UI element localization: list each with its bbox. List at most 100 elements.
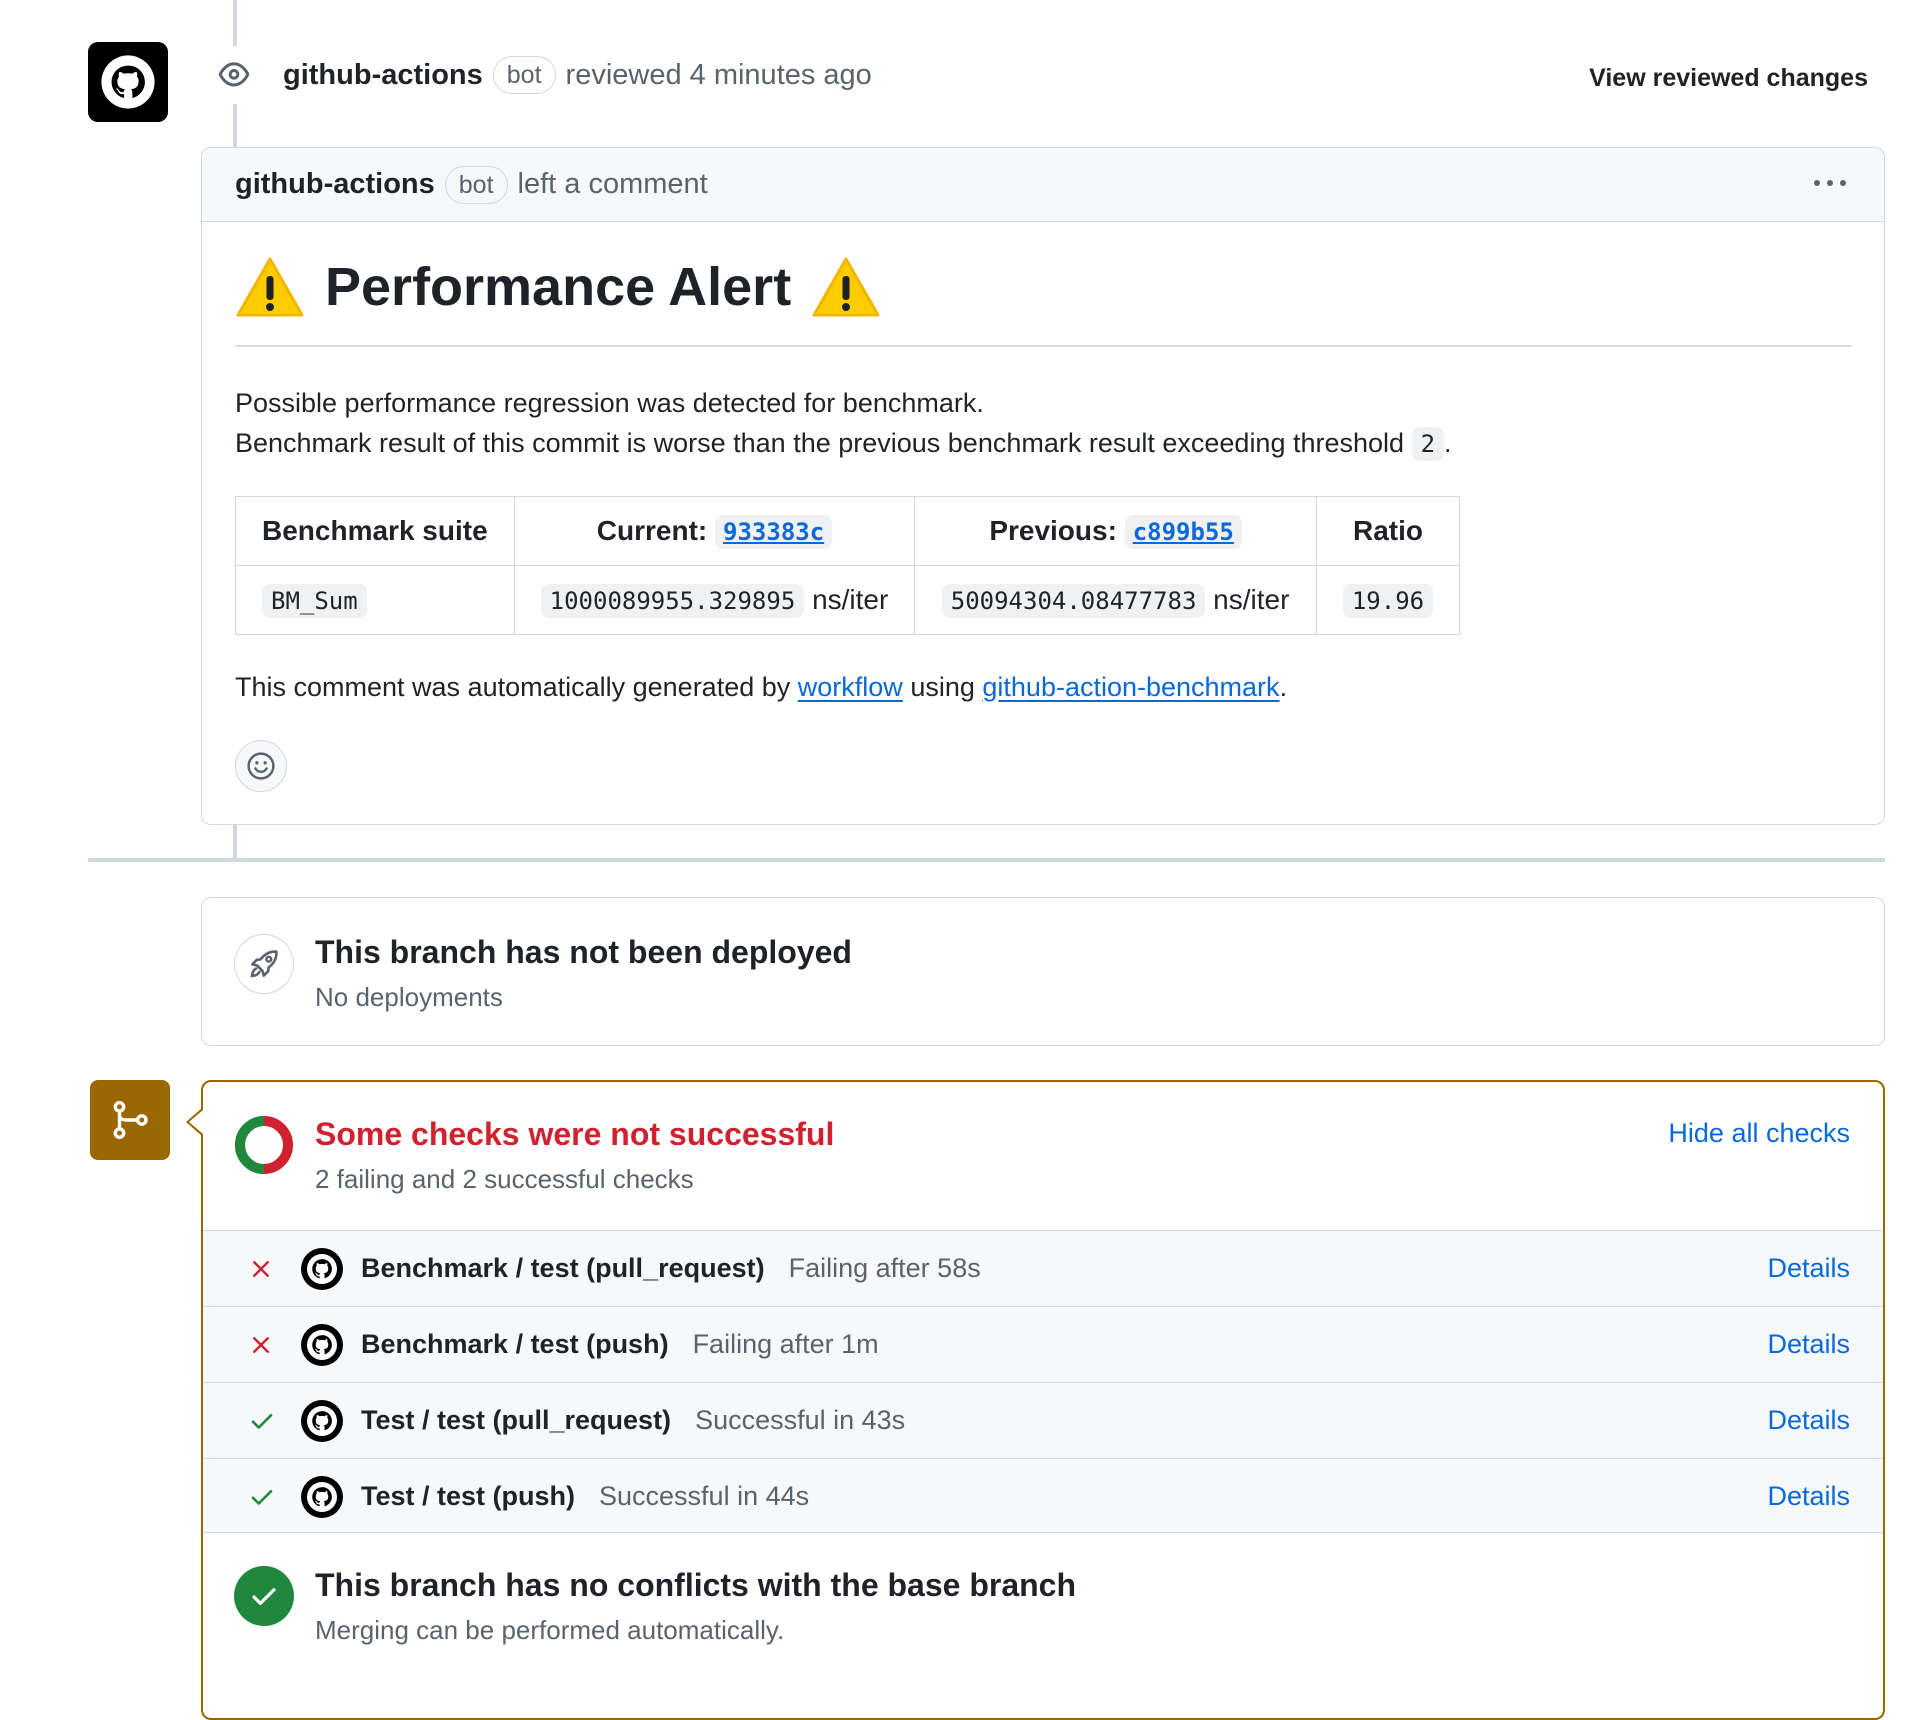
bot-badge: bot <box>444 165 508 204</box>
check-description: Failing after 58s <box>788 1253 981 1283</box>
check-name: Test / test (push) <box>361 1481 576 1511</box>
check-row: Benchmark / test (push) Failing after 1m… <box>203 1306 1883 1382</box>
check-description: Failing after 1m <box>692 1329 879 1359</box>
ratio-value: 19.96 <box>1342 584 1434 618</box>
checks-list: Benchmark / test (pull_request) Failing … <box>203 1230 1883 1534</box>
checks-status-donut-icon <box>235 1116 293 1174</box>
merge-checks-panel: Some checks were not successful 2 failin… <box>201 1080 1885 1720</box>
checks-title: Some checks were not successful <box>315 1116 835 1152</box>
rocket-badge <box>234 934 294 994</box>
check-row: Test / test (pull_request) Successful in… <box>203 1382 1883 1458</box>
check-details-link[interactable]: Details <box>1767 1253 1850 1284</box>
footer-end: . <box>1279 672 1288 702</box>
status-cell <box>249 1333 309 1357</box>
timeline-line <box>233 825 237 858</box>
check-name: Benchmark / test (pull_request) <box>361 1253 765 1283</box>
deploy-title: This branch has not been deployed <box>315 934 852 970</box>
github-actions-icon <box>301 1399 343 1442</box>
review-event-badge <box>205 46 263 104</box>
check-description: Successful in 43s <box>695 1405 906 1435</box>
footer-text: This comment was automatically generated… <box>235 672 791 702</box>
alert-title: Performance Alert <box>325 257 792 317</box>
github-octocat-icon <box>101 55 155 109</box>
footer-text: using <box>910 672 975 702</box>
warning-emoji-icon <box>236 257 304 317</box>
current-sha-link[interactable]: 933383c <box>715 515 833 549</box>
cell-ratio: 19.96 <box>1315 565 1461 635</box>
status-cell <box>249 1484 309 1510</box>
status-cell <box>249 1257 309 1281</box>
kebab-horizontal-icon[interactable] <box>1814 166 1846 186</box>
checks-subtitle: 2 failing and 2 successful checks <box>315 1164 694 1194</box>
check-row: Test / test (push) Successful in 44s Det… <box>203 1458 1883 1534</box>
review-action: reviewed 4 minutes ago <box>565 58 872 91</box>
cell-suite: BM_Sum <box>235 565 515 635</box>
deployment-status: This branch has not been deployed No dep… <box>201 897 1885 1046</box>
line-end: . <box>1444 428 1452 458</box>
review-author[interactable]: github-actions <box>283 59 483 92</box>
github-actions-icon <box>301 1323 343 1366</box>
table-row: BM_Sum 1000089955.329895 ns/iter 5009430… <box>235 565 1461 635</box>
rocket-icon <box>250 950 278 978</box>
footer-note: This comment was automatically generated… <box>235 672 1287 703</box>
header-previous: Previous: c899b55 <box>914 496 1317 566</box>
previous-label: Previous: <box>989 515 1117 546</box>
previous-value: 50094304.08477783 <box>941 584 1206 618</box>
github-actions-icon <box>301 1247 343 1290</box>
comment-header: github-actions bot left a comment <box>202 148 1884 222</box>
check-name: Test / test (pull_request) <box>361 1405 672 1435</box>
panel-pointer-inner <box>189 1110 203 1134</box>
check-details-link[interactable]: Details <box>1767 1481 1850 1512</box>
timeline-separator <box>88 858 1885 862</box>
add-reaction-button[interactable] <box>235 740 287 792</box>
alert-line-1: Possible performance regression was dete… <box>235 388 984 418</box>
eye-icon <box>218 62 250 87</box>
check-details-link[interactable]: Details <box>1767 1329 1850 1360</box>
threshold-code: 2 <box>1411 427 1445 461</box>
merge-title: This branch has no conflicts with the ba… <box>315 1567 1077 1603</box>
check-details-link[interactable]: Details <box>1767 1405 1850 1436</box>
current-label: Current: <box>596 515 708 546</box>
check-icon <box>252 1588 276 1605</box>
heading-divider <box>235 345 1852 347</box>
comment-author[interactable]: github-actions <box>235 168 435 201</box>
check-description: Successful in 44s <box>599 1481 810 1511</box>
header-current: Current: 933383c <box>513 496 916 566</box>
cell-previous: 50094304.08477783 ns/iter <box>914 565 1317 635</box>
check-name: Benchmark / test (push) <box>361 1329 669 1359</box>
header-ratio: Ratio <box>1315 496 1461 566</box>
merge-conflict-status: This branch has no conflicts with the ba… <box>203 1532 1883 1683</box>
x-icon <box>253 1260 269 1277</box>
x-icon <box>253 1336 269 1353</box>
current-value: 1000089955.329895 <box>540 584 805 618</box>
no-conflicts-badge <box>234 1566 294 1626</box>
github-actions-icon <box>301 1475 343 1518</box>
workflow-link[interactable]: workflow <box>798 672 903 702</box>
view-reviewed-changes-link[interactable]: View reviewed changes <box>1589 64 1868 93</box>
status-cell <box>249 1408 309 1434</box>
github-actions-avatar[interactable] <box>88 42 168 122</box>
deploy-subtitle: No deployments <box>315 982 503 1012</box>
github-action-benchmark-link[interactable]: github-action-benchmark <box>982 672 1279 702</box>
review-comment: github-actions bot left a comment Perfor… <box>201 147 1885 825</box>
previous-unit: ns/iter <box>1213 584 1290 615</box>
smiley-icon <box>247 752 275 780</box>
hide-all-checks-button[interactable]: Hide all checks <box>1668 1118 1850 1149</box>
suite-code: BM_Sum <box>262 584 367 618</box>
previous-sha-link[interactable]: c899b55 <box>1124 515 1242 549</box>
header-suite: Benchmark suite <box>235 496 515 566</box>
cell-current: 1000089955.329895 ns/iter <box>513 565 916 635</box>
current-unit: ns/iter <box>812 584 889 615</box>
bot-badge: bot <box>492 56 556 94</box>
warning-emoji-icon <box>812 257 880 317</box>
comment-action: left a comment <box>517 168 708 200</box>
alert-line-2: Benchmark result of this commit is worse… <box>235 427 1452 461</box>
check-row: Benchmark / test (pull_request) Failing … <box>203 1230 1883 1306</box>
alert-heading: Performance Alert <box>235 256 881 318</box>
git-branch-icon <box>113 1100 148 1140</box>
check-icon <box>251 1413 273 1429</box>
review-header: github-actions bot reviewed 4 minutes ag… <box>283 56 872 94</box>
check-icon <box>251 1489 273 1505</box>
merge-status-badge <box>90 1080 170 1160</box>
benchmark-table: Benchmark suite Current: 933383c Previou… <box>235 496 1461 635</box>
